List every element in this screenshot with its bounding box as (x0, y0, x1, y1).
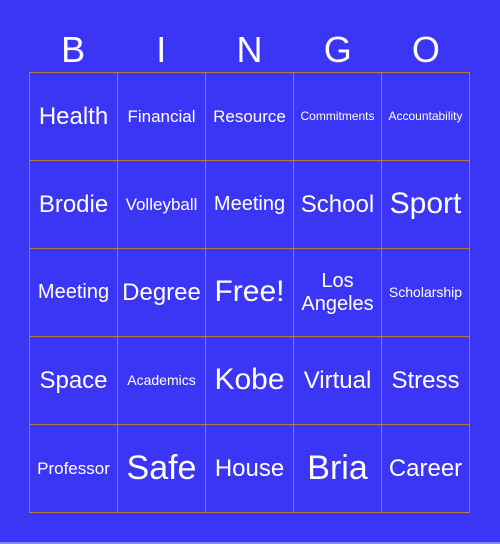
bingo-cell[interactable]: Brodie (30, 161, 118, 249)
bingo-cell[interactable]: Meeting (30, 249, 118, 337)
bingo-cell[interactable]: Professor (30, 425, 118, 513)
bingo-cell[interactable]: Academics (118, 337, 206, 425)
bingo-cell[interactable]: School (294, 161, 382, 249)
bingo-cell[interactable]: Kobe (206, 337, 294, 425)
bingo-cell[interactable]: Bria (294, 425, 382, 513)
bingo-cell[interactable]: Meeting (206, 161, 294, 249)
bingo-cell[interactable]: Virtual (294, 337, 382, 425)
bingo-cell[interactable]: Scholarship (382, 249, 470, 337)
header-letter-b: B (61, 29, 86, 70)
bingo-header: B I N G O (29, 28, 470, 72)
bingo-cell[interactable]: Career (382, 425, 470, 513)
bingo-cell[interactable]: Sport (382, 161, 470, 249)
header-letter-o: O (411, 29, 440, 70)
bingo-cell[interactable]: Los Angeles (294, 249, 382, 337)
bingo-cell[interactable]: Accountability (382, 73, 470, 161)
bingo-cell[interactable]: House (206, 425, 294, 513)
header-letter-i: I (156, 29, 167, 70)
bingo-cell[interactable]: Resource (206, 73, 294, 161)
free-space-cell[interactable]: Free! (206, 249, 294, 337)
header-letter-n: N (236, 29, 263, 70)
bingo-cell[interactable]: Health (30, 73, 118, 161)
bingo-cell[interactable]: Degree (118, 249, 206, 337)
bingo-cell[interactable]: Stress (382, 337, 470, 425)
bingo-cell[interactable]: Financial (118, 73, 206, 161)
header-letter-g: G (323, 29, 352, 70)
bingo-cell[interactable]: Space (30, 337, 118, 425)
bingo-card: Health Financial Resource Commitments Ac… (29, 72, 470, 513)
bingo-cell[interactable]: Commitments (294, 73, 382, 161)
bingo-cell[interactable]: Volleyball (118, 161, 206, 249)
bingo-cell[interactable]: Safe (118, 425, 206, 513)
